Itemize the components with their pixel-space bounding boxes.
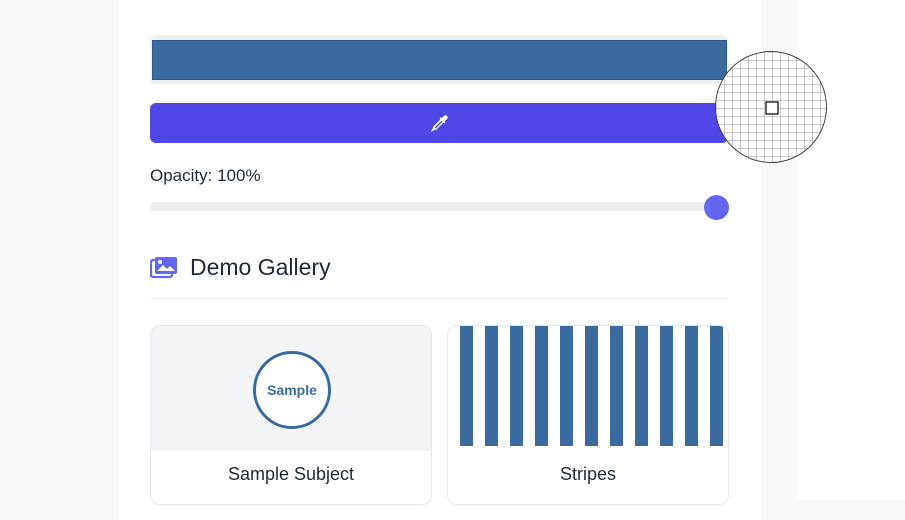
images-icon xyxy=(150,256,177,278)
card-caption: Stripes xyxy=(559,464,617,484)
gallery-header: Demo Gallery xyxy=(150,254,331,281)
opacity-slider-track[interactable] xyxy=(150,202,728,211)
card-thumbnail: Sample xyxy=(151,326,431,451)
sample-circle: Sample xyxy=(253,351,331,429)
gallery-title: Demo Gallery xyxy=(190,254,331,280)
stripes-pattern xyxy=(460,326,724,446)
gallery-card-stripes[interactable]: Stripes xyxy=(447,325,729,505)
section-divider xyxy=(150,298,728,299)
opacity-label: Opacity: 100% xyxy=(150,166,261,185)
opacity-slider-thumb[interactable] xyxy=(704,195,729,220)
eyedropper-button[interactable] xyxy=(150,103,728,143)
color-swatch[interactable] xyxy=(152,40,727,80)
card-thumbnail xyxy=(448,326,728,451)
gallery-card-sample-subject[interactable]: Sample Sample Subject xyxy=(150,325,432,505)
magnifier-loupe xyxy=(715,51,827,163)
eyedropper-icon xyxy=(430,115,448,132)
card-caption: Sample Subject xyxy=(227,464,355,484)
